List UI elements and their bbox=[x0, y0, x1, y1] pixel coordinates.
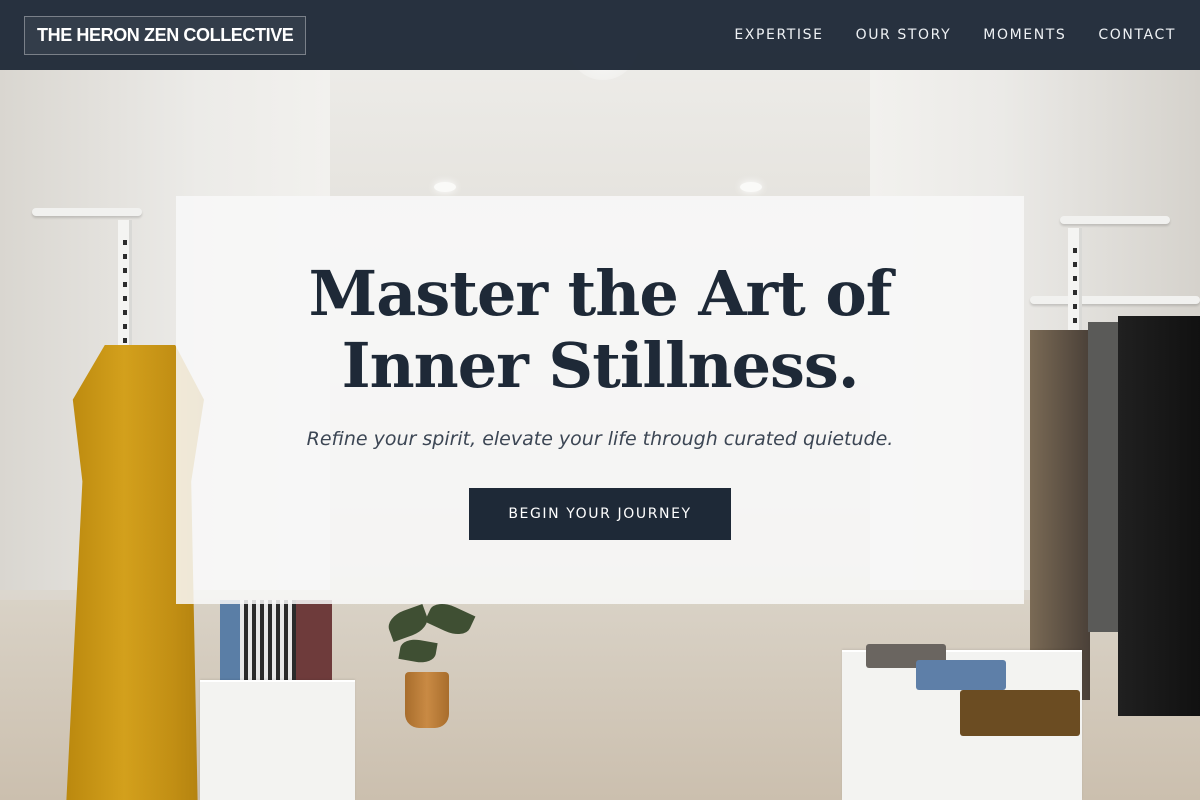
black-jacket bbox=[1118, 316, 1200, 716]
nav-contact[interactable]: CONTACT bbox=[1098, 27, 1176, 43]
left-cabinet bbox=[200, 680, 355, 800]
clothes-rod bbox=[32, 208, 142, 216]
red-garment bbox=[296, 600, 332, 690]
hero-title-line-2: Inner Stillness. bbox=[341, 329, 860, 402]
hero-title: Master the Art of Inner Stillness. bbox=[176, 258, 1024, 402]
ceiling-spotlight bbox=[740, 182, 762, 192]
clothes-rod bbox=[1060, 216, 1170, 224]
nav-expertise[interactable]: EXPERTISE bbox=[734, 27, 823, 43]
main-nav: EXPERTISE OUR STORY MOMENTS CONTACT bbox=[734, 27, 1176, 43]
ceiling-spotlight bbox=[434, 182, 456, 192]
clothes-rod bbox=[1030, 296, 1200, 304]
folded-brown-clothes bbox=[960, 690, 1080, 736]
brand-logo[interactable]: THE HERON ZEN COLLECTIVE bbox=[24, 15, 307, 55]
hero-subtitle: Refine your spirit, elevate your life th… bbox=[306, 428, 894, 450]
hero-title-line-1: Master the Art of bbox=[308, 257, 893, 330]
begin-journey-button[interactable]: BEGIN YOUR JOURNEY bbox=[469, 488, 731, 540]
nav-our-story[interactable]: OUR STORY bbox=[856, 27, 952, 43]
nav-moments[interactable]: MOMENTS bbox=[983, 27, 1066, 43]
hero-card: Master the Art of Inner Stillness. Refin… bbox=[176, 196, 1024, 604]
plaid-trousers bbox=[1030, 330, 1090, 700]
folded-jeans bbox=[916, 660, 1006, 690]
site-header: THE HERON ZEN COLLECTIVE EXPERTISE OUR S… bbox=[0, 0, 1200, 70]
grey-trousers bbox=[1088, 322, 1122, 632]
plant-pot bbox=[405, 672, 449, 728]
